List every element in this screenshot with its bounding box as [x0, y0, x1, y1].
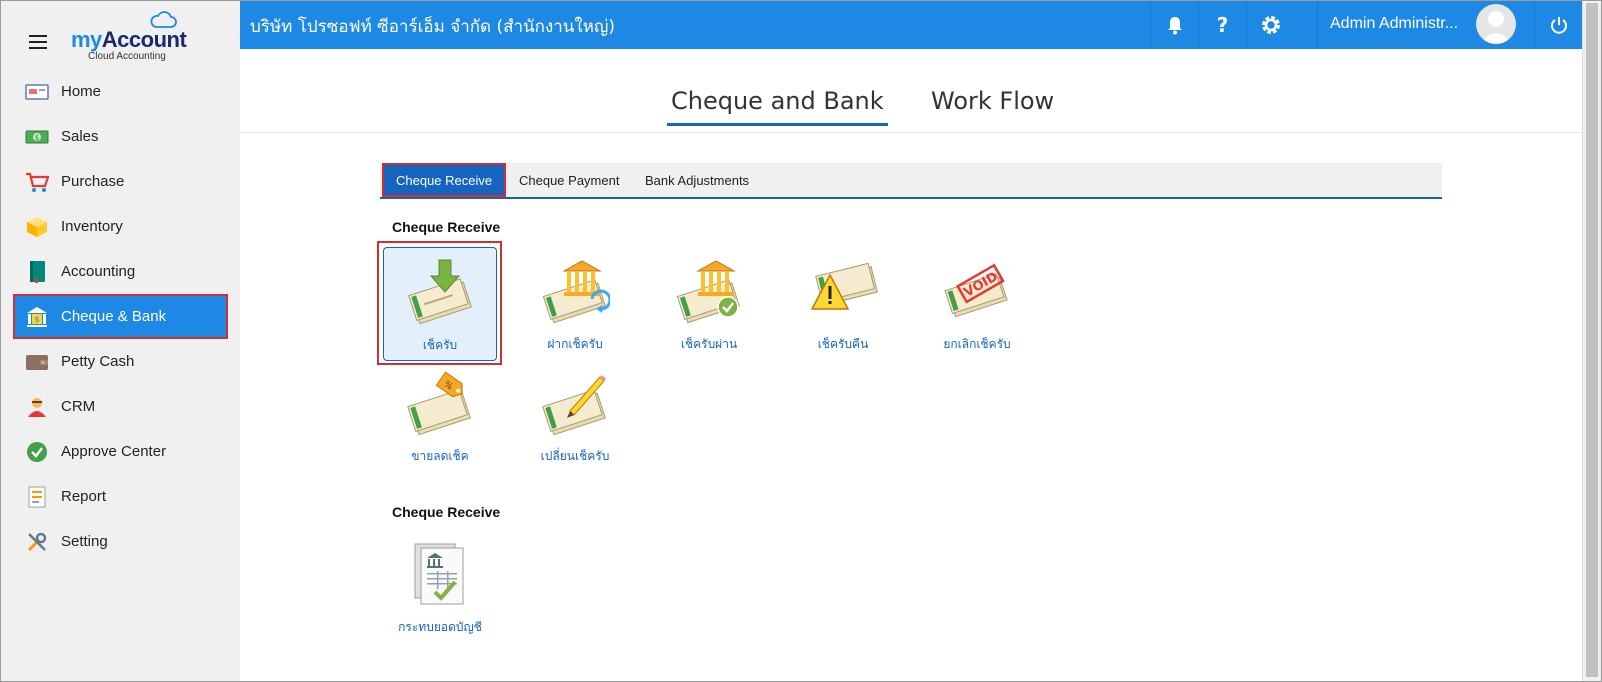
tile-label: ขายลดเช็ค — [411, 449, 469, 463]
wallet-icon — [25, 350, 49, 374]
book-icon — [25, 260, 49, 284]
tile-label: เช็ครับ — [422, 338, 458, 352]
check-circle-icon — [25, 440, 49, 464]
tile-cheque-returned[interactable]: เช็ครับคืน — [786, 247, 900, 361]
sidebar-item-approve-center[interactable]: Approve Center — [1, 429, 240, 474]
tile-bank-reconcile[interactable]: กระทบยอดบัญชี — [383, 530, 497, 644]
notification-button[interactable] — [1150, 1, 1198, 49]
bank-reconcile-icon — [414, 543, 464, 605]
cheque-receive-icon — [408, 259, 472, 325]
sidebar-item-label: Setting — [61, 533, 108, 550]
sidebar-item-label: Cheque & Bank — [61, 308, 167, 325]
sidebar: myAccount Cloud Accounting Home $ Sales … — [1, 1, 240, 681]
bell-icon — [1167, 17, 1182, 35]
sidebar-item-label: Purchase — [61, 173, 125, 190]
sidebar-item-accounting[interactable]: Accounting — [1, 249, 240, 294]
section-title: Cheque Receive — [392, 219, 501, 235]
vertical-scrollbar[interactable] — [1582, 1, 1601, 681]
section-title: Cheque Receive — [392, 504, 501, 520]
sub-tabs: Cheque Receive Cheque Payment Bank Adjus… — [380, 163, 1442, 199]
hamburger-menu-icon[interactable] — [29, 35, 47, 49]
question-icon: ? — [1216, 13, 1229, 37]
logo-area: myAccount Cloud Accounting — [1, 1, 240, 67]
main-tabs: Cheque and Bank Work Flow — [240, 49, 1582, 133]
sidebar-item-sales[interactable]: $ Sales — [1, 114, 240, 159]
sidebar-item-crm[interactable]: CRM — [1, 384, 240, 429]
cheque-returned-icon — [810, 262, 878, 310]
sidebar-item-label: Home — [61, 83, 102, 100]
tile-cheque-receive[interactable]: เช็ครับ — [383, 247, 497, 361]
sidebar-nav: Home $ Sales Purchase Inventory Accounti… — [1, 69, 240, 564]
top-bar: บริษัท โปรซอฟท์ ซีอาร์เอ็ม จำกัด (สำนักง… — [240, 1, 1582, 49]
tab-cheque-and-bank[interactable]: Cheque and Bank — [667, 87, 888, 126]
sidebar-item-label: Accounting — [61, 263, 136, 280]
cheque-discount-icon: % — [407, 371, 471, 436]
logout-button[interactable] — [1534, 1, 1582, 49]
tile-label: ฝากเช็ครับ — [547, 337, 603, 351]
svg-text:$: $ — [34, 315, 39, 324]
sidebar-item-inventory[interactable]: Inventory — [1, 204, 240, 249]
tile-cheque-passed[interactable]: เช็ครับผ่าน — [652, 247, 766, 361]
sidebar-item-label: Approve Center — [61, 443, 167, 460]
tile-cheque-change[interactable]: เปลี่ยนเช็ครับ — [518, 359, 632, 473]
avatar — [1476, 4, 1516, 44]
sidebar-item-cheque-bank[interactable]: $ Cheque & Bank — [13, 294, 228, 339]
tab-bank-adjustments[interactable]: Bank Adjustments — [645, 163, 749, 197]
svg-text:$: $ — [35, 134, 39, 142]
sidebar-item-purchase[interactable]: Purchase — [1, 159, 240, 204]
people-icon — [25, 395, 49, 419]
tile-label: ยกเลิกเช็ครับ — [943, 337, 1011, 351]
tab-work-flow[interactable]: Work Flow — [931, 87, 1054, 115]
bank-icon: $ — [25, 305, 49, 329]
settings-button[interactable] — [1246, 1, 1294, 49]
power-icon — [1550, 17, 1567, 34]
cheque-deposit-icon — [542, 260, 610, 324]
gear-icon — [1261, 16, 1280, 34]
help-button[interactable]: ? — [1198, 1, 1246, 49]
tab-cheque-payment[interactable]: Cheque Payment — [519, 163, 619, 197]
tab-cheque-receive[interactable]: Cheque Receive — [382, 163, 507, 197]
sidebar-item-setting[interactable]: Setting — [1, 519, 240, 564]
sidebar-item-home[interactable]: Home — [1, 69, 240, 114]
user-name: Admin Administr... — [1330, 15, 1459, 32]
sidebar-item-petty-cash[interactable]: Petty Cash — [1, 339, 240, 384]
sales-icon: $ — [25, 125, 49, 149]
logo-subtitle: Cloud Accounting — [88, 51, 166, 62]
sidebar-item-label: Inventory — [61, 218, 123, 235]
tile-label: กระทบยอดบัญชี — [398, 620, 482, 634]
scrollbar-thumb[interactable] — [1586, 3, 1598, 677]
tile-cheque-discount[interactable]: % ขายลดเช็ค — [383, 359, 497, 473]
cheque-void-icon: VOID — [944, 263, 1008, 318]
sidebar-item-report[interactable]: Report — [1, 474, 240, 519]
cheque-change-icon — [542, 375, 606, 436]
box-icon — [25, 215, 49, 239]
home-icon — [25, 80, 49, 104]
cheque-passed-icon — [676, 260, 740, 324]
tools-icon — [25, 530, 49, 554]
tile-label: เช็ครับคืน — [817, 337, 869, 351]
cart-icon — [25, 170, 49, 194]
sidebar-item-label: Report — [61, 488, 107, 505]
sidebar-item-label: Petty Cash — [61, 353, 135, 370]
app-logo[interactable]: myAccount Cloud Accounting — [71, 9, 191, 62]
tile-cheque-void[interactable]: VOID ยกเลิกเช็ครับ — [920, 247, 1034, 361]
logo-wordmark: myAccount — [71, 27, 187, 52]
sidebar-item-label: Sales — [61, 128, 99, 145]
tile-cheque-deposit[interactable]: ฝากเช็ครับ — [518, 247, 632, 361]
sidebar-item-label: CRM — [61, 398, 96, 415]
company-name: บริษัท โปรซอฟท์ ซีอาร์เอ็ม จำกัด (สำนักง… — [250, 17, 616, 37]
tile-label: เปลี่ยนเช็ครับ — [540, 449, 610, 463]
report-icon — [25, 485, 49, 509]
tile-label: เช็ครับผ่าน — [680, 337, 738, 351]
user-menu[interactable]: Admin Administr... — [1317, 1, 1527, 49]
